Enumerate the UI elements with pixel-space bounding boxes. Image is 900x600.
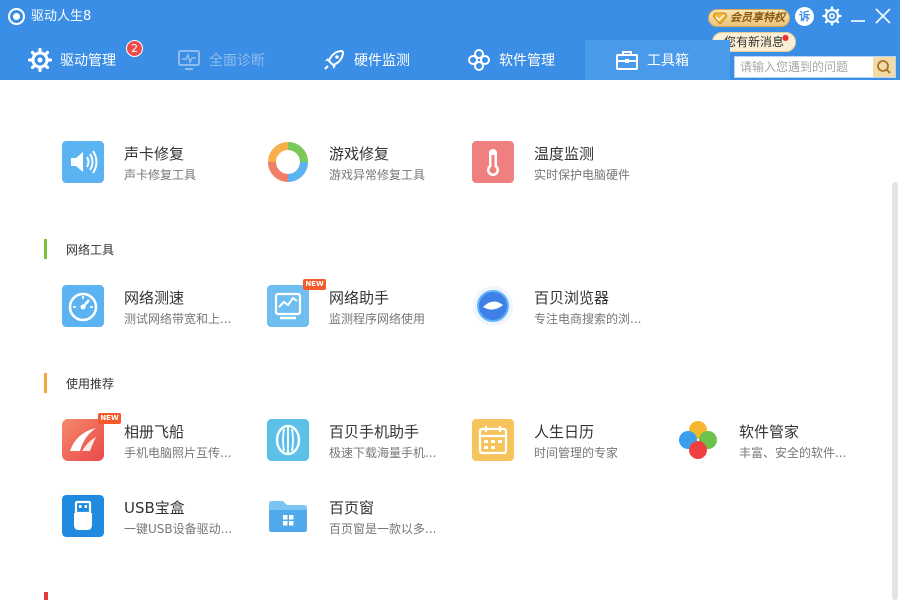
- tool-name: 百贝手机助手: [329, 423, 420, 441]
- tool-desc: 实时保护电脑硬件: [534, 168, 631, 182]
- section-title: 网络工具: [66, 242, 115, 257]
- tool-name: 声卡修复: [124, 145, 185, 163]
- tab-label: 全面诊断: [209, 53, 265, 69]
- phone-assistant-icon: [267, 419, 309, 461]
- avatar[interactable]: 诉: [795, 7, 814, 26]
- title-bar: 驱动人生8 会员享特权 您有新消息 ● 诉: [0, 0, 900, 52]
- tool-name: 软件管家: [739, 423, 800, 441]
- tool-name: 相册飞船: [124, 423, 185, 441]
- app-title: 驱动人生8: [31, 9, 92, 24]
- tool-name: 网络助手: [329, 289, 390, 307]
- tool-software-manager[interactable]: 软件管家 丰富、安全的软件...: [677, 419, 877, 463]
- tool-desc: 游戏异常修复工具: [329, 168, 426, 182]
- clover-apps-icon: [468, 49, 490, 71]
- monitor-pulse-icon: [178, 50, 200, 70]
- close-icon[interactable]: [873, 6, 893, 26]
- tool-baibei-phone-assistant[interactable]: 百贝手机助手 极速下载海量手机...: [267, 419, 467, 463]
- tool-temperature-monitor[interactable]: 温度监测 实时保护电脑硬件: [472, 141, 672, 185]
- search-input[interactable]: [735, 57, 873, 77]
- tool-usb-box[interactable]: USB宝盒 一键USB设备驱动...: [62, 495, 262, 539]
- tool-life-calendar[interactable]: 人生日历 时间管理的专家: [472, 419, 672, 463]
- tool-name: 人生日历: [534, 423, 595, 441]
- tool-name: 网络测速: [124, 289, 185, 307]
- scrollbar[interactable]: [892, 182, 898, 600]
- tool-name: USB宝盒: [124, 499, 185, 517]
- section-accent-bar: [44, 373, 47, 393]
- tool-desc: 百页窗是一款以多...: [329, 522, 437, 536]
- tab-toolbox[interactable]: 工具箱: [585, 40, 730, 80]
- tab-label: 软件管理: [499, 53, 555, 69]
- vip-diamond-icon: [713, 12, 727, 24]
- usb-icon: [62, 495, 104, 537]
- monitor-chart-icon: [267, 285, 309, 327]
- tool-baibei-browser[interactable]: 百贝浏览器 专注电商搜索的浏...: [472, 285, 672, 329]
- vip-label: 会员享特权: [730, 11, 785, 24]
- album-icon: [62, 419, 104, 461]
- tab-full-diagnosis[interactable]: 全面诊断: [177, 40, 265, 80]
- toolbox-content: 声卡修复 声卡修复工具 游戏修复 游戏异常修复工具 温度监测 实时保护电脑硬件 …: [0, 80, 900, 600]
- rocket-icon: [324, 49, 345, 70]
- tool-desc: 极速下载海量手机...: [329, 446, 437, 460]
- tool-desc: 丰富、安全的软件...: [739, 446, 847, 460]
- update-count-badge: 2: [126, 40, 143, 57]
- tool-desc: 监测程序网络使用: [329, 312, 426, 326]
- tab-hardware-monitor[interactable]: 硬件监测: [322, 40, 410, 80]
- tab-label: 驱动管理: [60, 53, 116, 69]
- search-button[interactable]: [873, 57, 895, 77]
- tool-desc: 时间管理的专家: [534, 446, 619, 460]
- settings-gear-icon[interactable]: [822, 6, 842, 26]
- new-tag: NEW: [303, 279, 326, 290]
- tool-album-ship[interactable]: NEW 相册飞船 手机电脑照片互传...: [62, 413, 262, 463]
- gear-icon: [28, 48, 52, 72]
- section-recommended: 使用推荐: [44, 373, 114, 393]
- browser-icon: [473, 286, 513, 326]
- section-network-tools: 网络工具: [44, 239, 114, 259]
- search-box: [734, 56, 896, 78]
- tool-desc: 声卡修复工具: [124, 168, 197, 182]
- tool-network-assistant[interactable]: NEW 网络助手 监测程序网络使用: [267, 279, 467, 329]
- minimize-icon[interactable]: [848, 6, 868, 26]
- thermometer-icon: [472, 141, 514, 183]
- folder-icon: [269, 501, 307, 532]
- tool-name: 百贝浏览器: [534, 289, 610, 307]
- new-tag: NEW: [98, 413, 121, 424]
- tab-label: 硬件监测: [354, 53, 410, 69]
- app-logo-icon: [8, 8, 25, 25]
- tab-software-management[interactable]: 软件管理: [467, 40, 555, 80]
- tool-network-speed-test[interactable]: 网络测速 测试网络带宽和上...: [62, 285, 262, 329]
- tool-desc: 手机电脑照片互传...: [124, 446, 232, 460]
- tool-desc: 专注电商搜索的浏...: [534, 312, 642, 326]
- section-title: 使用推荐: [66, 376, 115, 391]
- ring-icon: [268, 142, 308, 182]
- section-accent-bar: [44, 239, 47, 259]
- calendar-icon: [472, 419, 514, 461]
- tool-name: 百页窗: [329, 499, 375, 517]
- clover-icon: [679, 421, 717, 459]
- tool-name: 游戏修复: [329, 145, 390, 163]
- toolbox-icon: [616, 51, 638, 70]
- gauge-icon: [62, 285, 104, 327]
- tool-baiye-window[interactable]: 百页窗 百页窗是一款以多...: [267, 495, 467, 539]
- app-header: 驱动人生8 会员享特权 您有新消息 ● 诉 驱动管理 2 全面诊断 硬件监测 软…: [0, 0, 900, 80]
- tab-label: 工具箱: [647, 53, 689, 69]
- tool-desc: 一键USB设备驱动...: [124, 522, 233, 536]
- vip-badge[interactable]: 会员享特权: [708, 9, 790, 27]
- tool-desc: 测试网络带宽和上...: [124, 312, 232, 326]
- tab-driver-management[interactable]: 驱动管理: [28, 40, 116, 80]
- next-section-accent-bar: [44, 592, 48, 600]
- tool-name: 温度监测: [534, 145, 595, 163]
- search-icon: [877, 60, 891, 74]
- speaker-icon: [62, 141, 104, 183]
- tool-sound-card-repair[interactable]: 声卡修复 声卡修复工具: [62, 141, 262, 185]
- tool-game-repair[interactable]: 游戏修复 游戏异常修复工具: [267, 141, 467, 185]
